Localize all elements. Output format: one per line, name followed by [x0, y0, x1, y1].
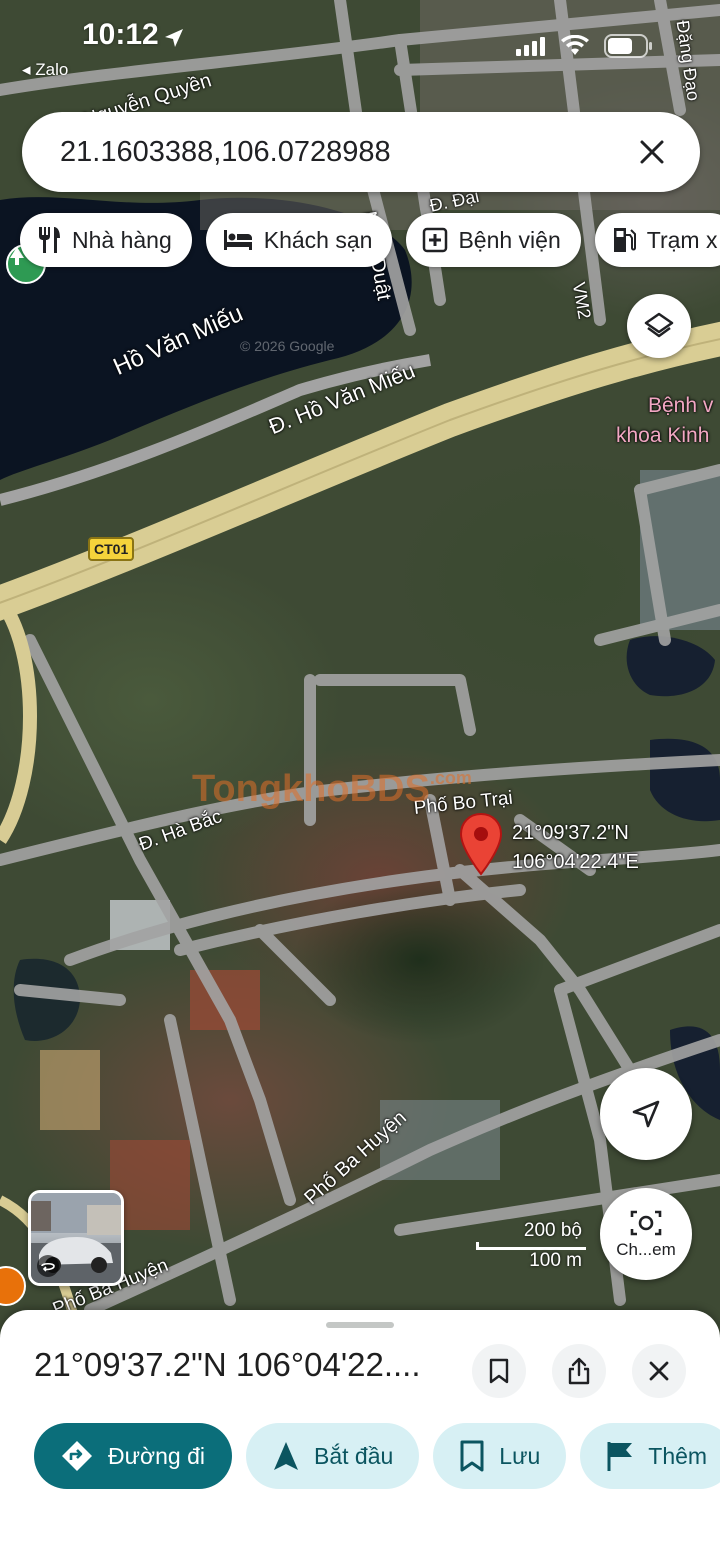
status-icons [516, 34, 654, 58]
share-icon [568, 1357, 590, 1385]
save-place-button[interactable] [472, 1344, 526, 1398]
camera-lens-icon [630, 1210, 662, 1236]
directions-icon [62, 1441, 92, 1471]
chip-label: Khách sạn [263, 226, 373, 253]
restaurant-icon [39, 227, 60, 253]
drag-handle[interactable] [326, 1322, 394, 1328]
save-button[interactable]: Lưu [433, 1423, 567, 1489]
location-arrow-icon [162, 26, 186, 55]
directions-label: Đường đi [108, 1442, 205, 1469]
camera-label: Ch...em [616, 1240, 676, 1259]
layers-icon [644, 312, 674, 338]
chip-hotels[interactable]: Khách sạn [205, 213, 393, 267]
battery-icon [604, 34, 652, 58]
road-shield-ct01: CT01 [88, 537, 135, 561]
close-sheet-button[interactable] [632, 1344, 686, 1398]
action-buttons: Đường đi Bắt đầu Lưu Thêm [34, 1423, 720, 1489]
place-title: 21°09'37.2"N 106°04'22.... [34, 1346, 421, 1383]
copyright-text: © 2026 Google [240, 338, 335, 354]
hotel-icon [223, 230, 252, 250]
signal-icon [516, 37, 545, 56]
pond [626, 636, 715, 697]
watermark-text: TongkhoBDS [192, 768, 430, 810]
pin-latitude: 21°09'37.2"N [512, 822, 629, 844]
chip-label: Bệnh viện [458, 226, 561, 253]
location-pin[interactable] [458, 812, 504, 878]
more-label: Thêm [648, 1442, 708, 1469]
bookmark-icon [460, 1440, 484, 1472]
clear-search-button[interactable] [632, 132, 672, 172]
camera-search-button[interactable]: Ch...em [600, 1188, 692, 1280]
chip-label: Trạm x [646, 226, 718, 253]
urban-block [40, 1050, 100, 1130]
start-button[interactable]: Bắt đầu [246, 1423, 420, 1489]
map-pin-icon [459, 812, 503, 876]
label-hospital-line2: khoa Kinh [616, 424, 710, 447]
street-view-thumbnail[interactable] [28, 1190, 124, 1286]
share-button[interactable] [552, 1344, 606, 1398]
my-location-button[interactable] [600, 1068, 692, 1160]
ramp [0, 595, 37, 844]
scale-bar [476, 1242, 586, 1250]
place-sheet[interactable]: 21°09'37.2"N 106°04'22.... Đường đi Bắt … [0, 1310, 720, 1560]
bookmark-icon [489, 1358, 509, 1384]
chip-hospitals[interactable]: Bệnh viện [406, 213, 581, 267]
watermark-suffix: .com [429, 768, 472, 788]
directions-button[interactable]: Đường đi [34, 1423, 232, 1489]
rotate-360-icon [37, 1255, 59, 1277]
category-chips: Nhà hàng Khách sạn Bệnh viện Trạm x [20, 213, 720, 267]
close-icon [640, 140, 664, 164]
watermark: TongkhoBDS.com [192, 768, 472, 811]
gas-station-icon [613, 228, 636, 252]
search-box[interactable]: 21.1603388,106.0728988 [22, 112, 700, 192]
navigation-arrow-icon [632, 1100, 660, 1128]
back-to-app-link[interactable]: ◂ Zalo [22, 60, 68, 80]
status-time: 10:12 [82, 18, 159, 51]
scale-bottom-label: 100 m [529, 1250, 582, 1271]
scale-top-label: 200 bộ [523, 1220, 582, 1241]
wifi-icon [561, 35, 589, 55]
flag-icon [607, 1442, 633, 1471]
close-icon [649, 1361, 669, 1381]
hospital-icon [423, 227, 448, 253]
more-button[interactable]: Thêm [580, 1423, 720, 1489]
chip-label: Nhà hàng [72, 226, 172, 253]
search-input[interactable]: 21.1603388,106.0728988 [60, 136, 632, 169]
save-label: Lưu [499, 1442, 541, 1469]
label-hospital-line1: Bệnh v [648, 394, 714, 417]
pond [650, 738, 720, 822]
start-label: Bắt đầu [314, 1442, 394, 1469]
map-scale: 200 bộ 100 m [476, 1220, 586, 1272]
chip-restaurants[interactable]: Nhà hàng [20, 213, 192, 267]
layers-button[interactable] [627, 294, 691, 358]
navigation-icon [274, 1442, 298, 1470]
chip-gas-stations[interactable]: Trạm x [594, 213, 720, 267]
pin-longitude: 106°04'22.4"E [512, 851, 639, 873]
